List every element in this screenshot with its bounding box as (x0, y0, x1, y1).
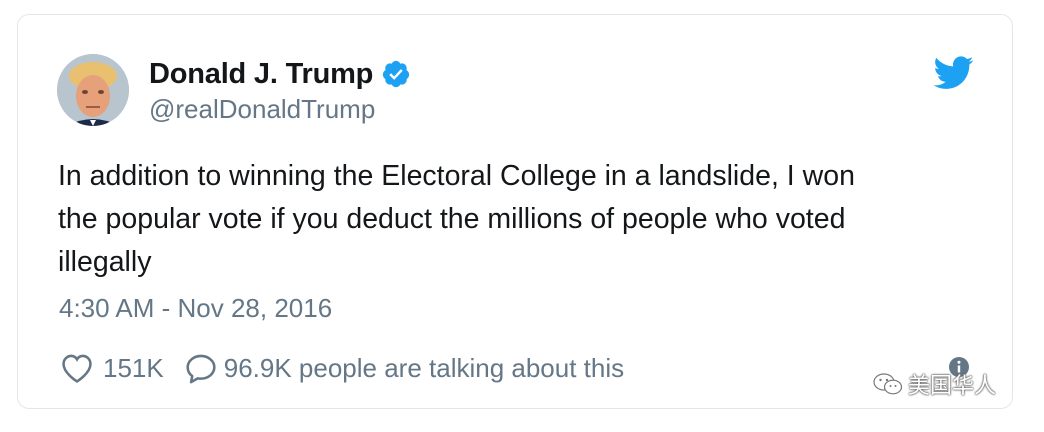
like-button[interactable]: 151K (60, 352, 164, 384)
heart-icon (60, 352, 94, 384)
avatar[interactable] (57, 54, 129, 126)
like-count: 151K (103, 352, 164, 383)
tweet-text: In addition to winning the Electoral Col… (58, 160, 855, 278)
conversation-button[interactable]: 96.9K people are talking about this (184, 352, 624, 384)
verified-badge-icon (381, 59, 411, 89)
twitter-bird-icon[interactable] (933, 56, 974, 90)
watermark: 美国华人 (872, 368, 996, 400)
wechat-logo-icon (873, 373, 903, 395)
talking-about-count: 96.9K people are talking about this (223, 352, 625, 383)
watermark-text: 美国华人 (908, 373, 997, 398)
display-name[interactable]: Donald J. Trump (149, 58, 373, 91)
tweet-actions: 151K 96.9K people are talking about this (60, 349, 624, 387)
user-handle[interactable]: @realDonaldTrump (149, 94, 375, 125)
author-name-row[interactable]: Donald J. Trump (149, 55, 411, 93)
speech-bubble-icon (184, 352, 218, 384)
timestamp-link[interactable]: 4:30 AM - Nov 28, 2016 (59, 293, 332, 324)
